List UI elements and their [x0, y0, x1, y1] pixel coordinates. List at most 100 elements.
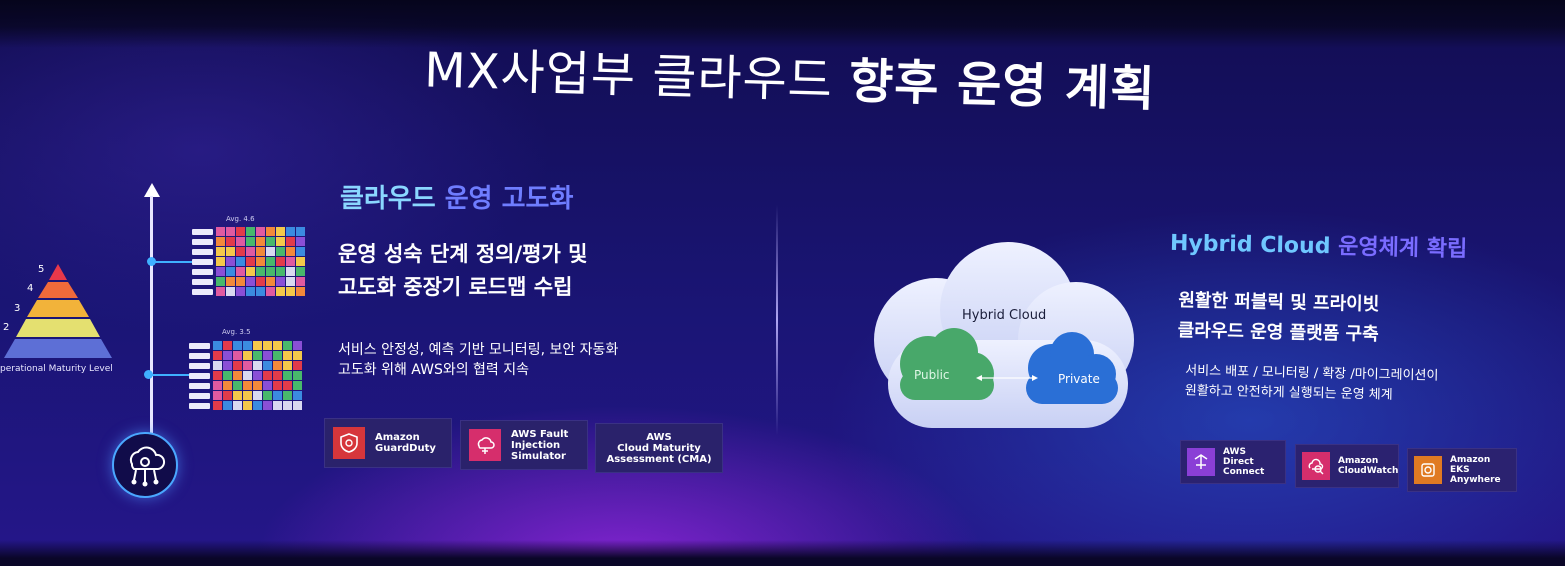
- right-subheading-line2: 클라우드 운영 플랫폼 구축: [1177, 319, 1379, 346]
- heatmap-cell: [273, 361, 282, 370]
- left-heading-part1: 클라우드: [340, 184, 445, 214]
- maturity-level-label: perational Maturity Level: [0, 364, 113, 374]
- heatmap-cell: [213, 351, 222, 360]
- heatmap-cell: [283, 371, 292, 380]
- heatmap-cell: [283, 341, 292, 350]
- heatmap-cell: [243, 381, 252, 390]
- left-description-line2: 고도화 위해 AWS와의 협력 지속: [338, 362, 530, 378]
- cloud-operations-icon: [112, 432, 178, 498]
- axis-connector-top: [154, 261, 192, 263]
- bottom-shadow: [0, 540, 1565, 566]
- heatmap-cell: [276, 257, 285, 266]
- heatmap-cell: [216, 247, 225, 256]
- heatmap-cell: [256, 227, 265, 236]
- heatmap-cell: [226, 247, 235, 256]
- right-description: 서비스 배포 / 모니터링 / 확장 /마이그레이션이 원활하고 안전하게 실행…: [1185, 361, 1439, 406]
- heatmap-cell: [216, 267, 225, 276]
- badge-cma-label: AWS Cloud Maturity Assessment (CMA): [606, 431, 712, 465]
- heatmap-cell: [226, 257, 235, 266]
- level-3-label: 3: [14, 303, 21, 314]
- level-5-label: 5: [38, 264, 45, 275]
- heatmap-cell: [273, 401, 282, 410]
- heatmap-cell: [213, 381, 222, 390]
- heatmap-cell: [273, 381, 282, 390]
- heatmap-cell: [293, 371, 302, 380]
- heatmap-cell: [296, 257, 305, 266]
- heatmap-cell: [266, 277, 275, 286]
- heatmap-cell: [283, 361, 292, 370]
- heatmap-cell: [276, 247, 285, 256]
- heatmap-cell: [266, 257, 275, 266]
- heatmap-cell: [263, 391, 272, 400]
- center-divider: [776, 205, 778, 435]
- heatmap-cell: [293, 361, 302, 370]
- badge-cma: AWS Cloud Maturity Assessment (CMA): [595, 423, 723, 473]
- heatmap-cell: [246, 287, 255, 296]
- heatmap-cell: [253, 371, 262, 380]
- heatmap-cell: [246, 227, 255, 236]
- badge-eks-anywhere-label: Amazon EKS Anywhere: [1450, 455, 1501, 485]
- public-cloud-label: Public: [914, 368, 950, 382]
- left-subheading-line2: 고도화 중장기 로드맵 수립: [338, 275, 573, 299]
- heatmap-cell: [243, 401, 252, 410]
- heatmap-cell: [296, 237, 305, 246]
- left-subheading-line1: 운영 성숙 단계 정의/평가 및: [338, 242, 588, 266]
- heatmap-cell: [286, 237, 295, 246]
- heatmap-cell: [243, 391, 252, 400]
- heatmap-cell: [236, 257, 245, 266]
- badge-guardduty: Amazon GuardDuty: [324, 418, 452, 468]
- heatmap-cell: [236, 287, 245, 296]
- heatmap-cell: [213, 401, 222, 410]
- avg-top-label: Avg. 4.6: [226, 215, 255, 223]
- heatmap-cell: [236, 237, 245, 246]
- heatmap-cell: [296, 287, 305, 296]
- heatmap-cell: [253, 351, 262, 360]
- heatmap-cell: [253, 391, 262, 400]
- left-heading-part2: 운영 고도화: [444, 184, 574, 214]
- heatmap-cell: [236, 227, 245, 236]
- heatmap-cell: [286, 267, 295, 276]
- left-description: 서비스 안정성, 예측 기반 모니터링, 보안 자동화 고도화 위해 AWS와의…: [338, 340, 618, 380]
- heatmap-cell: [256, 287, 265, 296]
- heatmap-cell: [293, 391, 302, 400]
- heatmap-cell: [286, 287, 295, 296]
- heatmap-cell: [233, 371, 242, 380]
- heatmap-cell: [256, 267, 265, 276]
- heatmap-cell: [213, 341, 222, 350]
- heatmap-cell: [223, 381, 232, 390]
- heatmap-cell: [296, 267, 305, 276]
- heatmap-cell: [273, 391, 282, 400]
- left-heading: 클라우드 운영 고도화: [340, 178, 573, 215]
- heatmap-cell: [233, 351, 242, 360]
- heatmap-cell: [223, 391, 232, 400]
- axis-connector-bottom: [151, 374, 189, 376]
- heatmap-cell: [293, 351, 302, 360]
- heatmap-cell: [256, 247, 265, 256]
- heatmap-cell: [283, 401, 292, 410]
- private-cloud-label: Private: [1058, 372, 1100, 386]
- heatmap-cell: [223, 341, 232, 350]
- heatmap-cell: [256, 277, 265, 286]
- heatmap-cell: [253, 381, 262, 390]
- heatmap-cell: [253, 361, 262, 370]
- heatmap-cell: [223, 371, 232, 380]
- heatmap-cell: [216, 277, 225, 286]
- heatmap-cell: [273, 351, 282, 360]
- title-bold: 향후 운영 계획: [848, 53, 1157, 118]
- heatmap-cell: [233, 341, 242, 350]
- heatmap-cells: [213, 341, 302, 410]
- heatmap-cell: [286, 227, 295, 236]
- heatmap-cell: [216, 227, 225, 236]
- heatmap-cell: [213, 361, 222, 370]
- axis-arrow-icon: [144, 183, 160, 197]
- heatmap-cell: [276, 277, 285, 286]
- heatmap-cell: [296, 247, 305, 256]
- badge-cloudwatch: Amazon CloudWatch: [1295, 444, 1399, 488]
- level-4-label: 4: [27, 283, 34, 294]
- heatmap-cell: [286, 277, 295, 286]
- heatmap-cell: [233, 361, 242, 370]
- cloudwatch-icon: [1302, 452, 1330, 480]
- heatmap-cell: [263, 371, 272, 380]
- heatmap-cell: [216, 287, 225, 296]
- heatmap-cell: [286, 247, 295, 256]
